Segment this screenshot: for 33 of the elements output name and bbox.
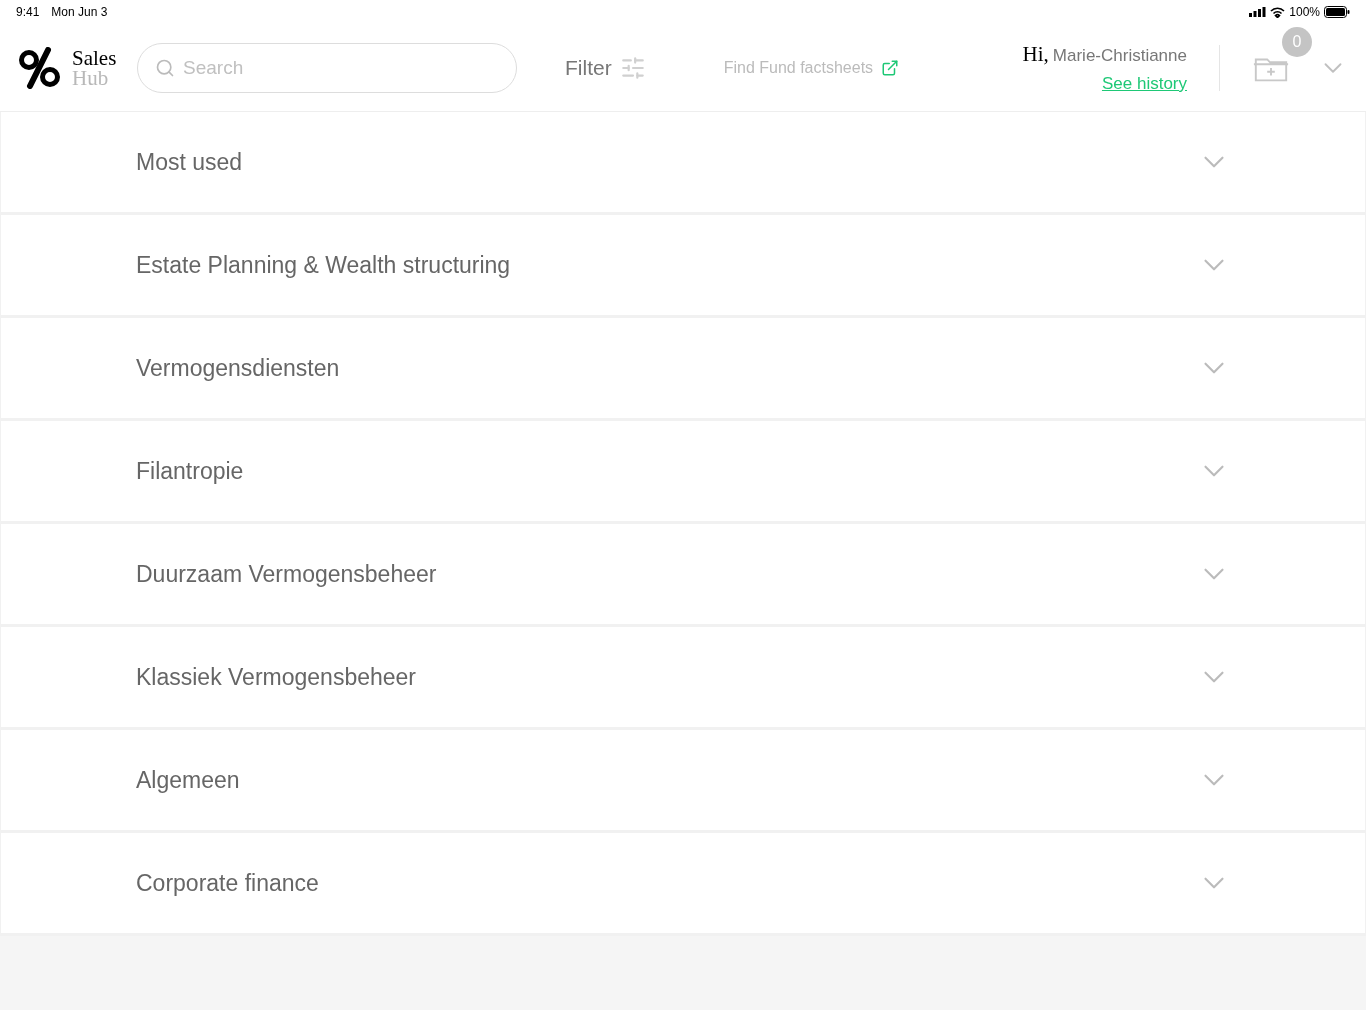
status-date: Mon Jun 3 [51,4,108,21]
accordion-section[interactable]: Estate Planning & Wealth structuring [0,215,1366,318]
filter-icon [619,54,646,81]
logo-text: Hub [72,67,110,88]
external-link-icon [881,58,900,77]
section-title: Klassiek Vermogensbeheer [136,662,417,692]
section-title: Filantropie [136,456,245,486]
accordion-section[interactable]: Filantropie [0,421,1366,524]
search-icon [155,57,175,78]
status-time: 9:41 [16,4,40,21]
accordion-section[interactable]: Duurzaam Vermogensbeheer [0,524,1366,627]
accordion-section[interactable]: Most used [0,112,1366,215]
filter-button[interactable]: Filter [565,51,646,84]
accordion-section[interactable]: Algemeen [0,730,1366,833]
logo-icon [18,46,62,89]
search-field[interactable]: Search [137,42,517,93]
wifi-icon [1270,6,1286,18]
battery-percent: 100% [1289,4,1320,21]
signal-icon [1249,7,1267,17]
section-title: Most used [136,147,244,177]
section-title: Corporate finance [136,868,320,898]
section-title: Vermogensdiensten [136,353,341,383]
section-title: Duurzaam Vermogensbeheer [136,559,438,589]
user-name: Marie-Christianne [1052,45,1187,67]
accordion-section[interactable]: Corporate finance [0,833,1366,936]
cart-count-badge: 0 [1282,26,1312,57]
battery-icon [1324,6,1350,18]
section-title: Estate Planning & Wealth structuring [136,250,512,280]
greeting: Hi, [1022,41,1049,68]
logo-text: Sales [72,47,117,68]
accordion-section[interactable]: Vermogensdiensten [0,318,1366,421]
section-title: Algemeen [136,765,241,795]
accordion-section[interactable]: Klassiek Vermogensbeheer [0,627,1366,730]
